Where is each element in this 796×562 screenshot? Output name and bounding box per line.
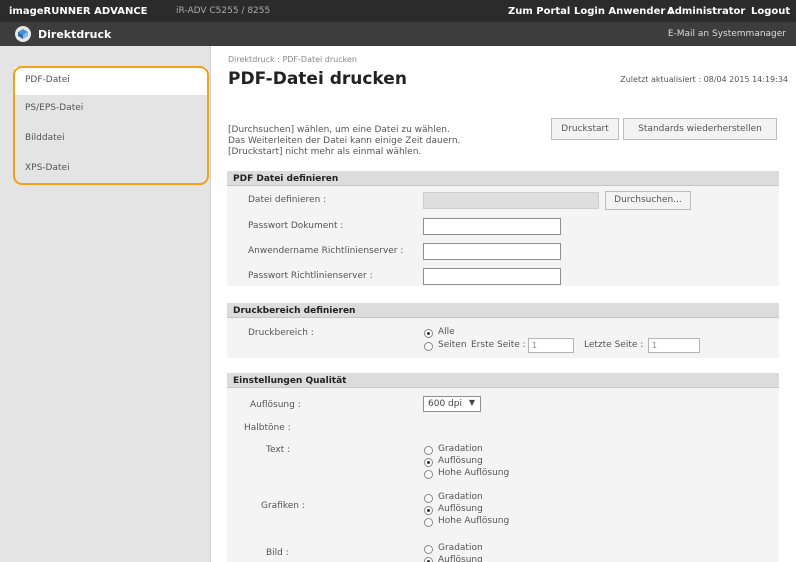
print-start-button[interactable]: Druckstart	[551, 118, 619, 140]
sidebar: PDF-Datei PS/EPS-Datei Bilddatei XPS-Dat…	[0, 46, 211, 562]
app-window: imageRUNNER ADVANCE iR-ADV C5255 / 8255 …	[0, 0, 796, 562]
range-label: Druckbereich :	[248, 328, 314, 338]
instruction-line: Das Weiterleiten der Datei kann einige Z…	[228, 136, 461, 146]
policy-user-label: Anwendername Richtlinienserver :	[248, 246, 404, 256]
section-header-quality: Einstellungen Qualität	[227, 373, 779, 388]
instruction-line: [Druckstart] nicht mehr als einmal wähle…	[228, 147, 422, 157]
browse-button[interactable]: Durchsuchen...	[605, 191, 691, 210]
graphics-high-label: Hohe Auflösung	[438, 516, 510, 526]
last-updated: Zuletzt aktualisiert : 08/04 2015 14:19:…	[620, 75, 788, 84]
image-gradation-label: Gradation	[438, 543, 483, 553]
logout-link[interactable]: Logout	[751, 6, 790, 17]
text-gradation-radio[interactable]	[424, 446, 433, 455]
mail-admin-link[interactable]: E-Mail an Systemmanager	[668, 29, 786, 39]
policy-user-input[interactable]	[423, 243, 561, 260]
text-label: Text :	[266, 445, 291, 455]
portal-link[interactable]: Zum Portal	[508, 6, 570, 17]
text-resolution-label: Auflösung	[438, 456, 483, 466]
direct-print-icon	[15, 26, 31, 42]
breadcrumb[interactable]: Direktdruck : PDF-Datei drucken	[228, 55, 357, 64]
text-high-label: Hohe Auflösung	[438, 468, 510, 478]
instruction-line: [Durchsuchen] wählen, um eine Datei zu w…	[228, 125, 450, 135]
last-page-input[interactable]: 1	[648, 338, 700, 353]
graphics-resolution-radio[interactable]	[424, 506, 433, 515]
graphics-gradation-radio[interactable]	[424, 494, 433, 503]
section-body-range: Druckbereich : Alle Seiten Erste Seite :…	[227, 318, 779, 358]
file-path-field	[423, 192, 599, 209]
graphics-gradation-label: Gradation	[438, 492, 483, 502]
first-page-label: Erste Seite :	[471, 340, 526, 350]
section-header-range: Druckbereich definieren	[227, 303, 779, 318]
range-all-label: Alle	[438, 327, 455, 337]
highlight-frame	[13, 66, 209, 185]
image-resolution-label: Auflösung	[438, 555, 483, 562]
instructions: [Durchsuchen] wählen, um eine Datei zu w…	[228, 125, 558, 158]
graphics-resolution-label: Auflösung	[438, 504, 483, 514]
image-resolution-radio[interactable]	[424, 557, 433, 562]
graphics-high-radio[interactable]	[424, 518, 433, 527]
device-name: iR-ADV C5255 / 8255	[176, 6, 271, 16]
login-user-label: Login Anwender :	[574, 6, 673, 17]
doc-password-label: Passwort Dokument :	[248, 221, 344, 231]
section-body-quality: Auflösung : 600 dpi ▼ Halbtöne : Text : …	[227, 388, 779, 562]
sub-header: Direktdruck E-Mail an Systemmanager	[0, 22, 796, 46]
resolution-label: Auflösung :	[250, 400, 301, 410]
halftones-label: Halbtöne :	[244, 423, 291, 433]
chevron-down-icon: ▼	[468, 398, 475, 407]
doc-password-input[interactable]	[423, 218, 561, 235]
resolution-select[interactable]: 600 dpi ▼	[423, 396, 481, 412]
range-pages-radio[interactable]	[424, 342, 433, 351]
admin-user-name: Administrator	[667, 6, 746, 17]
restore-defaults-button[interactable]: Standards wiederherstellen	[623, 118, 777, 140]
top-bar: imageRUNNER ADVANCE iR-ADV C5255 / 8255 …	[0, 0, 796, 22]
range-all-radio[interactable]	[424, 329, 433, 338]
page-title: PDF-Datei drucken	[228, 69, 407, 89]
main-content: Direktdruck : PDF-Datei drucken PDF-Date…	[211, 46, 796, 562]
text-resolution-radio[interactable]	[424, 458, 433, 467]
graphics-label: Grafiken :	[261, 501, 305, 511]
policy-password-input[interactable]	[423, 268, 561, 285]
section-body-file: Datei definieren : Durchsuchen... Passwo…	[227, 186, 779, 286]
app-title: Direktdruck	[38, 28, 112, 41]
brand-logo: imageRUNNER ADVANCE	[9, 6, 148, 17]
last-page-label: Letzte Seite :	[584, 340, 644, 350]
section-header-file: PDF Datei definieren	[227, 171, 779, 186]
image-label: Bild :	[266, 548, 289, 558]
text-high-radio[interactable]	[424, 470, 433, 479]
text-gradation-label: Gradation	[438, 444, 483, 454]
file-label: Datei definieren :	[248, 195, 327, 205]
image-gradation-radio[interactable]	[424, 545, 433, 554]
first-page-input[interactable]: 1	[528, 338, 574, 353]
range-pages-label: Seiten	[438, 340, 467, 350]
policy-password-label: Passwort Richtlinienserver :	[248, 271, 373, 281]
resolution-value: 600 dpi	[428, 399, 462, 409]
